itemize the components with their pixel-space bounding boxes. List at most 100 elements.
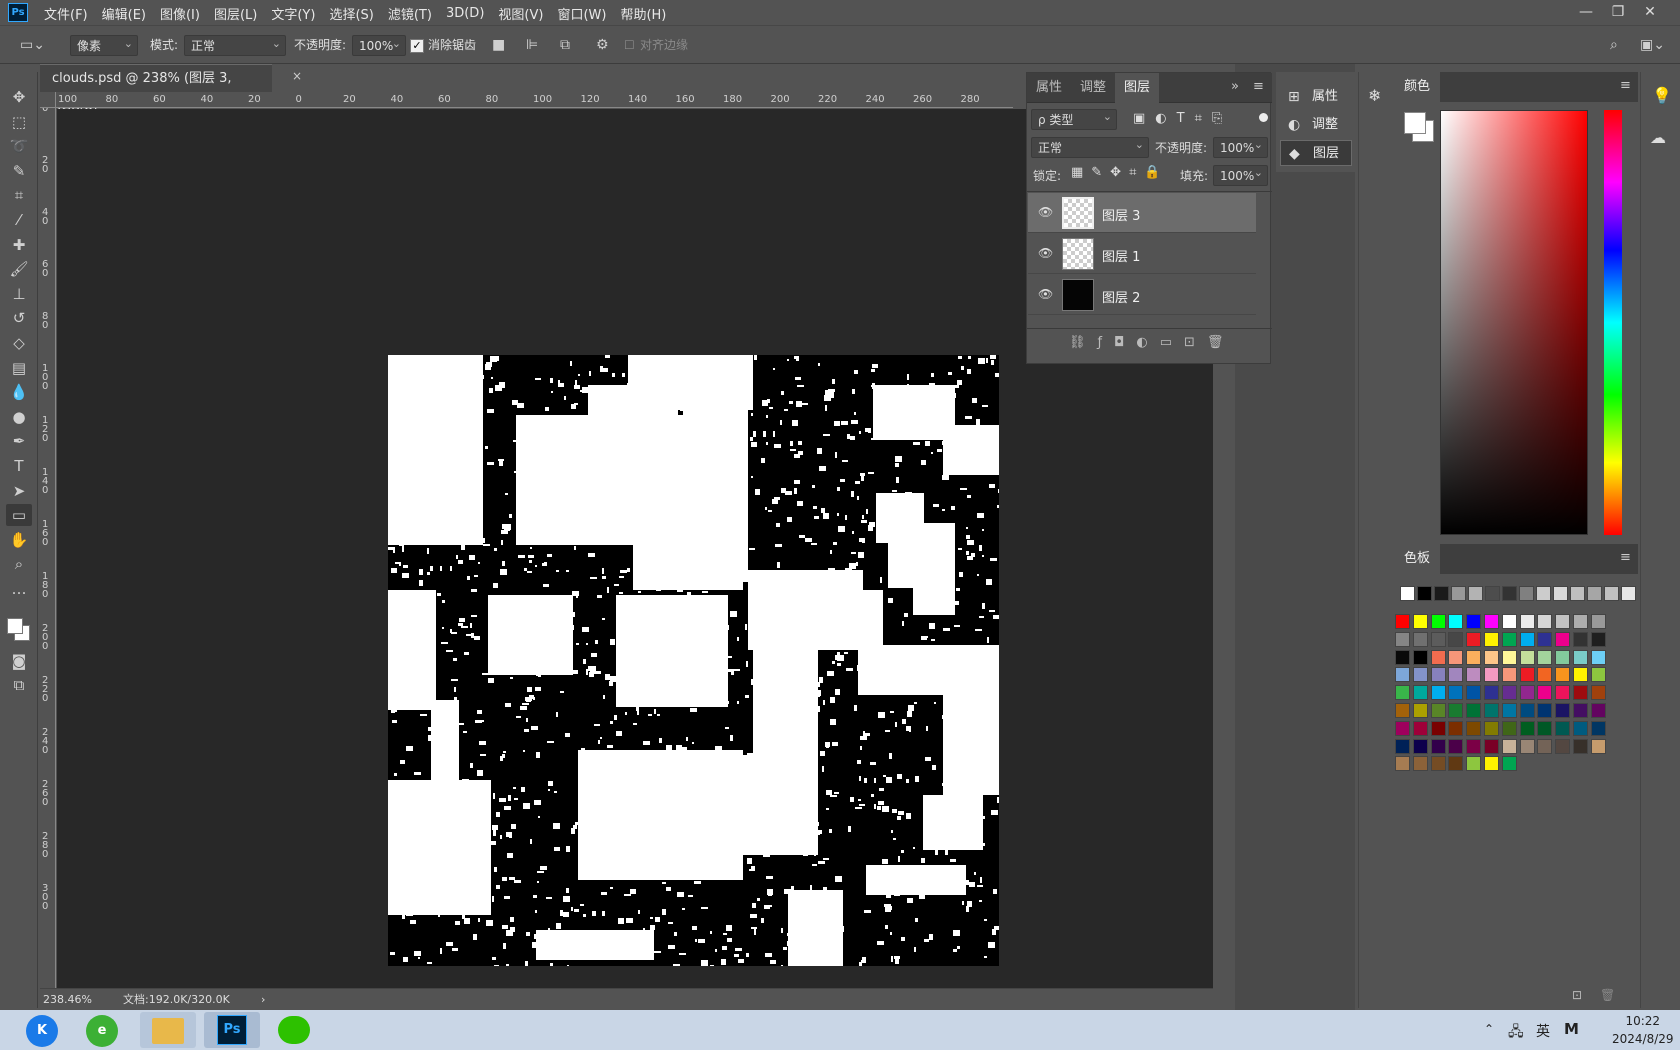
color-swatch[interactable]: [1555, 631, 1571, 647]
color-swatch[interactable]: [1448, 614, 1464, 629]
layer-row[interactable]: 👁 图层 2: [1028, 275, 1256, 315]
color-swatch[interactable]: [1501, 703, 1517, 718]
color-swatch[interactable]: [1590, 631, 1606, 647]
layer-filter-select[interactable]: ρ 类型: [1031, 107, 1117, 130]
color-swatch[interactable]: [1537, 631, 1553, 647]
color-swatch[interactable]: [1430, 703, 1446, 718]
color-swatch[interactable]: [1395, 738, 1410, 754]
color-swatch[interactable]: [1537, 703, 1553, 718]
panel-menu-icon[interactable]: ≡: [1620, 550, 1631, 565]
layer-row[interactable]: 👁 图层 1: [1028, 234, 1256, 274]
dock-adjustments[interactable]: ◐ 调整: [1280, 112, 1352, 138]
layer-footer-icons[interactable]: ⛓ƒ◘◐▭⊡🗑: [1069, 335, 1235, 350]
path-select-icon[interactable]: ➤: [6, 480, 32, 502]
color-swatch[interactable]: [1501, 685, 1517, 701]
dock-layers[interactable]: ◆ 图层: [1280, 140, 1352, 166]
clone-stamp-icon[interactable]: ⊥: [6, 283, 32, 305]
close-tab-icon[interactable]: ×: [292, 69, 302, 83]
color-swatch[interactable]: [1555, 614, 1571, 629]
color-swatch[interactable]: [1412, 685, 1428, 701]
status-arrow-icon[interactable]: ›: [261, 989, 265, 1011]
menu-item[interactable]: 图层(L): [214, 4, 257, 23]
file-explorer-icon[interactable]: [140, 1012, 196, 1048]
color-swatch[interactable]: [1484, 685, 1499, 701]
network-icon[interactable]: 🖧: [1508, 1021, 1524, 1050]
color-swatch[interactable]: [1537, 649, 1553, 665]
color-swatch[interactable]: [1395, 685, 1410, 701]
color-swatch[interactable]: [1430, 720, 1446, 736]
color-swatch[interactable]: [1501, 756, 1517, 772]
color-swatch[interactable]: [1430, 685, 1446, 701]
browser-app-icon[interactable]: e: [82, 1012, 122, 1048]
zoom-tool-icon[interactable]: ⌕: [6, 553, 32, 575]
recent-swatch[interactable]: [1451, 586, 1466, 601]
color-swatch[interactable]: [1519, 703, 1535, 718]
minimize-icon[interactable]: —: [1570, 4, 1602, 20]
color-swatch[interactable]: [1395, 703, 1410, 718]
mode-select[interactable]: 正常: [184, 33, 286, 56]
color-swatch[interactable]: [1484, 703, 1499, 718]
fill-input[interactable]: 100%: [1213, 163, 1268, 186]
photoshop-logo-icon[interactable]: Ps: [8, 3, 28, 22]
quick-mask-icon[interactable]: ◙: [6, 650, 32, 672]
menu-item[interactable]: 视图(V): [498, 4, 543, 23]
gear-icon[interactable]: ⚙: [596, 35, 609, 56]
color-swatch[interactable]: [1501, 631, 1517, 647]
search-icon[interactable]: ⌕: [1610, 35, 1618, 56]
color-swatch[interactable]: [1590, 649, 1606, 665]
color-swatch[interactable]: [1412, 667, 1428, 683]
close-icon[interactable]: ✕: [1634, 4, 1666, 20]
recent-swatch[interactable]: [1485, 586, 1500, 601]
color-swatch[interactable]: [1484, 667, 1499, 683]
color-swatch[interactable]: [1448, 720, 1464, 736]
eraser-tool-icon[interactable]: ◇: [6, 332, 32, 354]
color-swatch[interactable]: [1590, 703, 1606, 718]
snowflake-icon[interactable]: ❄: [1368, 86, 1381, 105]
color-swatch[interactable]: [1466, 685, 1482, 701]
panel-menu-icon[interactable]: ≡: [1620, 78, 1631, 93]
layer-opacity-input[interactable]: 100%: [1213, 135, 1268, 158]
healing-brush-icon[interactable]: ✚: [6, 234, 32, 256]
color-swatch[interactable]: [1448, 649, 1464, 665]
recent-swatch[interactable]: [1468, 586, 1483, 601]
clock[interactable]: 10:22 2024/8/29: [1612, 1012, 1674, 1050]
lightbulb-icon[interactable]: 💡: [1652, 86, 1672, 105]
color-swatch[interactable]: [1484, 720, 1499, 736]
color-swatch[interactable]: [1590, 738, 1606, 754]
color-swatch[interactable]: [1537, 614, 1553, 629]
color-swatch[interactable]: [1537, 685, 1553, 701]
color-swatch[interactable]: [1430, 667, 1446, 683]
dodge-tool-icon[interactable]: ●: [6, 406, 32, 428]
color-swatch[interactable]: [1573, 738, 1588, 754]
color-swatch[interactable]: [1555, 720, 1571, 736]
color-swatch[interactable]: [1466, 703, 1482, 718]
color-swatch[interactable]: [1573, 720, 1588, 736]
tab-layers[interactable]: 图层: [1115, 73, 1159, 103]
color-swatch[interactable]: [1430, 614, 1446, 629]
color-swatch[interactable]: [1412, 756, 1428, 772]
color-swatch[interactable]: [1573, 649, 1588, 665]
history-brush-icon[interactable]: ↺: [6, 307, 32, 329]
color-swatch[interactable]: [1484, 631, 1499, 647]
color-swatch[interactable]: [1484, 649, 1499, 665]
color-spectrum-field[interactable]: [1440, 110, 1588, 535]
color-swatch[interactable]: [1519, 614, 1535, 629]
color-swatch[interactable]: [1590, 614, 1606, 629]
color-swatch[interactable]: [1395, 614, 1410, 629]
marquee-tool-icon[interactable]: ⬚: [6, 111, 32, 133]
color-swatch[interactable]: [1573, 685, 1588, 701]
color-swatch[interactable]: [1555, 685, 1571, 701]
color-swatch[interactable]: [1501, 738, 1517, 754]
color-swatch[interactable]: [1555, 703, 1571, 718]
color-swatch[interactable]: [1501, 720, 1517, 736]
color-swatch[interactable]: [1484, 756, 1499, 772]
color-swatch[interactable]: [1430, 756, 1446, 772]
path-align-icon[interactable]: ⊫: [526, 35, 538, 56]
recent-swatch[interactable]: [1400, 586, 1415, 601]
color-swatch[interactable]: [1448, 667, 1464, 683]
menu-item[interactable]: 编辑(E): [102, 4, 146, 23]
visibility-eye-icon[interactable]: 👁: [1038, 287, 1053, 301]
ime-mode-icon[interactable]: M: [1564, 1020, 1579, 1050]
color-swatch[interactable]: [1412, 738, 1428, 754]
color-swatch[interactable]: [1395, 756, 1410, 772]
